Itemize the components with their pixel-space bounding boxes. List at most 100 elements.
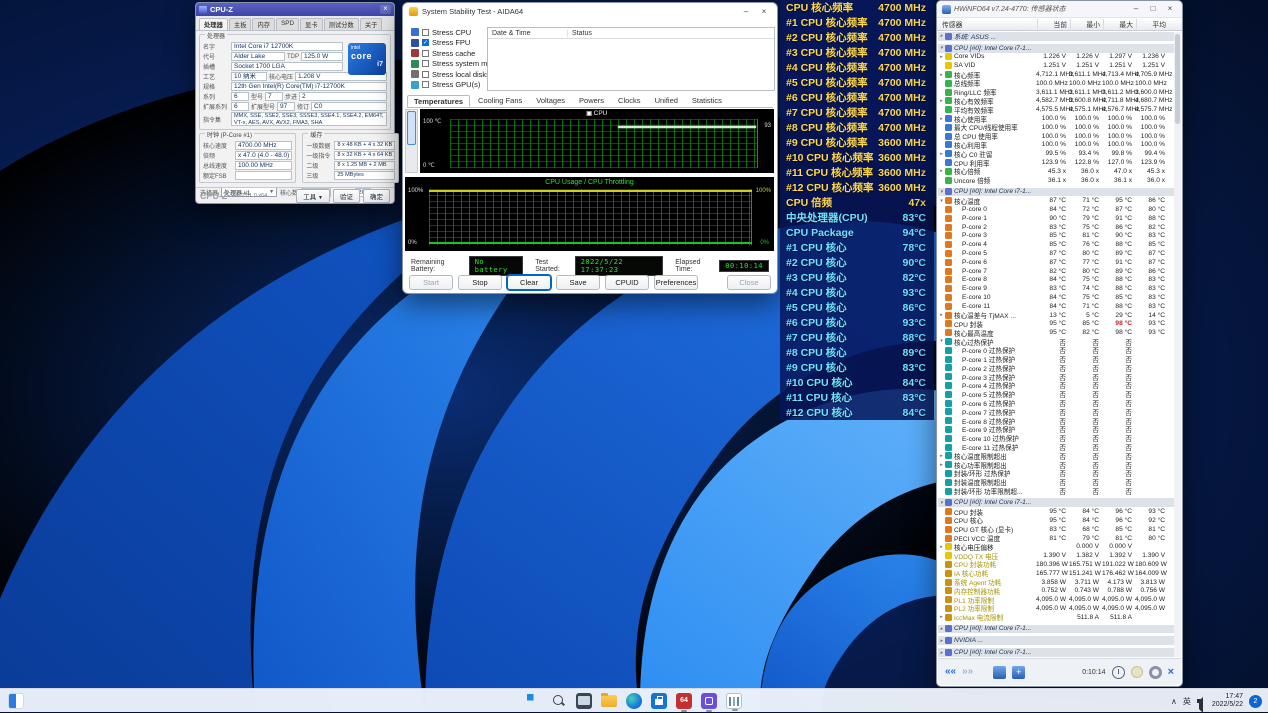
legend-checkbox-icon[interactable] — [587, 111, 592, 116]
column-average[interactable]: 平均 — [1136, 19, 1169, 29]
tree-chevron-icon[interactable]: ▸ — [938, 98, 945, 104]
sst-tab[interactable]: Cooling Fans — [472, 95, 528, 107]
sensor-table-row[interactable]: ▾ CPU [#0]: Intel Core i7-1... — [938, 44, 1174, 53]
cpuz-titlebar[interactable]: CPU-Z × — [196, 3, 394, 16]
sst-titlebar[interactable]: System Stability Test - AIDA64 – × — [403, 3, 777, 20]
stress-checkbox[interactable] — [422, 71, 429, 78]
maximize-icon[interactable]: □ — [1146, 4, 1160, 14]
sensor-settings-icon[interactable] — [993, 666, 1006, 679]
tree-chevron-icon[interactable]: ▸ — [938, 168, 945, 174]
cpuz-tab[interactable]: SPD — [276, 18, 299, 30]
close-icon[interactable]: × — [757, 7, 771, 17]
sensor-table-row[interactable]: P-core 0 84 °C 72 °C 87 °C 80 °C — [938, 205, 1174, 214]
close-icon[interactable]: × — [380, 5, 391, 14]
taskbar-app-icon[interactable] — [601, 695, 617, 707]
tree-chevron-icon[interactable]: ▸ — [938, 116, 945, 122]
tree-chevron-icon[interactable]: ▸ — [938, 462, 945, 468]
graph-scrollbar[interactable] — [405, 109, 418, 173]
column-header-datetime[interactable]: Date & Time — [488, 30, 568, 37]
taskbar-app-icon[interactable] — [626, 693, 642, 709]
taskbar-app-icon[interactable] — [551, 693, 567, 709]
sst-tab[interactable]: Powers — [573, 95, 610, 107]
cpuz-tab[interactable]: 测试分数 — [324, 18, 359, 30]
tools-button[interactable]: 工具 ▼ — [296, 189, 330, 203]
ime-indicator[interactable]: 英 — [1183, 696, 1191, 707]
cpuz-tab[interactable]: 处理器 — [199, 18, 228, 30]
stress-checkbox[interactable] — [422, 29, 429, 36]
minimize-icon[interactable]: – — [739, 7, 753, 17]
minimize-icon[interactable]: – — [1129, 4, 1143, 14]
tree-chevron-icon[interactable]: ▾ — [938, 338, 945, 344]
notification-badge[interactable]: 2 — [1249, 695, 1262, 708]
sensor-table-row[interactable]: P-core 6 87 °C 77 °C 91 °C 87 °C — [938, 258, 1174, 267]
sst-action-button[interactable]: Stop — [458, 275, 502, 290]
event-log-list[interactable]: Date & Time Status — [487, 27, 775, 91]
column-header-status[interactable]: Status — [568, 30, 596, 37]
scrollbar-thumb[interactable] — [1175, 34, 1180, 124]
sst-action-button[interactable]: Preferences — [654, 275, 698, 290]
sensor-table-row[interactable]: 封装/环形 功率限制超... 否 否 否 — [938, 487, 1174, 496]
tree-chevron-icon[interactable]: ▾ — [938, 45, 945, 51]
expand-all-icon[interactable]: »» — [962, 667, 973, 677]
sst-action-button[interactable]: Clear — [507, 275, 551, 290]
sensor-table-row[interactable]: P-core 1 90 °C 79 °C 91 °C 88 °C — [938, 214, 1174, 223]
column-max[interactable]: 最大 — [1103, 19, 1136, 29]
tree-chevron-icon[interactable]: ▸ — [938, 72, 945, 78]
sensor-table-row[interactable]: E-core 8 84 °C 75 °C 88 °C 83 °C — [938, 276, 1174, 285]
sensor-table-row[interactable]: ▸ Core VIDs 1.226 V 1.226 V 1.297 V 1.23… — [938, 53, 1174, 62]
sst-action-button[interactable]: CPUID — [605, 275, 649, 290]
sensor-table-row[interactable]: Uncore 倍频 36.1 x 36.0 x 36.1 x 36.0 x — [938, 176, 1174, 185]
taskbar-app-icon[interactable] — [526, 693, 542, 709]
column-min[interactable]: 最小 — [1070, 19, 1103, 29]
tree-chevron-icon[interactable]: ▸ — [938, 312, 945, 318]
tree-chevron-icon[interactable]: ▸ — [938, 54, 945, 60]
tree-chevron-icon[interactable]: ▸ — [938, 626, 945, 632]
tree-chevron-icon[interactable]: ▸ — [938, 33, 945, 39]
taskbar-app-icon[interactable] — [701, 693, 717, 709]
validate-button[interactable]: 验证 — [333, 189, 360, 203]
sst-tab[interactable]: Statistics — [686, 95, 728, 107]
tree-chevron-icon[interactable]: ▸ — [938, 453, 945, 459]
sst-tab[interactable]: Clocks — [612, 95, 647, 107]
sst-action-button[interactable]: Start — [409, 275, 453, 290]
stress-checkbox[interactable] — [422, 81, 429, 88]
sensor-table-row[interactable]: E-core 10 84 °C 75 °C 85 °C 83 °C — [938, 293, 1174, 302]
sst-tab[interactable]: Voltages — [530, 95, 571, 107]
cpuz-tab[interactable]: 内存 — [252, 18, 275, 30]
tree-chevron-icon[interactable]: ▸ — [938, 151, 945, 157]
sst-action-button[interactable]: Save — [556, 275, 600, 290]
volume-icon[interactable] — [1197, 697, 1206, 706]
tree-chevron-icon[interactable]: ▾ — [938, 198, 945, 204]
sensor-table-row[interactable]: P-core 7 82 °C 80 °C 89 °C 86 °C — [938, 267, 1174, 276]
sensor-table-row[interactable]: ▾ 核心温度 87 °C 71 °C 95 °C 86 °C — [938, 196, 1174, 205]
cpuz-tab[interactable]: 关于 — [360, 18, 383, 30]
clock[interactable]: 17:47 2022/5/22 — [1212, 693, 1243, 709]
sensor-table-row[interactable]: ▸ NVIDIA ... — [938, 636, 1174, 645]
ok-button[interactable]: 确定 — [363, 189, 390, 203]
stress-checkbox[interactable] — [422, 60, 429, 67]
stress-checkbox[interactable]: ✓ — [422, 39, 429, 46]
tree-chevron-icon[interactable]: ▸ — [938, 544, 945, 550]
collapse-all-icon[interactable]: «« — [945, 667, 956, 677]
gear-icon[interactable] — [1149, 666, 1162, 679]
tree-chevron-icon[interactable]: ▾ — [938, 500, 945, 506]
sensor-table-row[interactable]: P-core 4 85 °C 76 °C 88 °C 85 °C — [938, 240, 1174, 249]
close-sensors-icon[interactable]: × — [1168, 666, 1174, 678]
tray-overflow-icon[interactable]: ∧ — [1171, 697, 1177, 706]
sensor-table-row[interactable]: P-core 5 87 °C 80 °C 89 °C 87 °C — [938, 249, 1174, 258]
sensor-table-row[interactable]: ▸ CPU [#0]: Intel Core i7-1... — [938, 648, 1174, 657]
tree-chevron-icon[interactable]: ▾ — [938, 189, 945, 195]
sst-tab[interactable]: Temperatures — [407, 95, 470, 107]
taskbar-app-icon[interactable] — [651, 693, 667, 709]
column-sensor[interactable]: 传感器 — [937, 19, 1037, 29]
tree-chevron-icon[interactable]: ▸ — [938, 614, 945, 620]
graph-scrollbar-thumb[interactable] — [407, 111, 416, 145]
tree-chevron-icon[interactable]: ▸ — [938, 638, 945, 644]
sensor-table-row[interactable]: ▸ IccMax 电流限制 511.8 A 511.8 A — [938, 613, 1174, 622]
clock-icon[interactable] — [1112, 666, 1125, 679]
add-sensor-icon[interactable] — [1012, 666, 1025, 679]
sensor-table-row[interactable]: ▸ CPU [#0]: Intel Core i7-1... — [938, 625, 1174, 634]
taskbar-app-icon[interactable] — [576, 693, 592, 709]
sensor-table-row[interactable]: E-core 9 83 °C 74 °C 88 °C 83 °C — [938, 284, 1174, 293]
sensor-table-row[interactable]: ▸ 系统: ASUS ... — [938, 32, 1174, 41]
